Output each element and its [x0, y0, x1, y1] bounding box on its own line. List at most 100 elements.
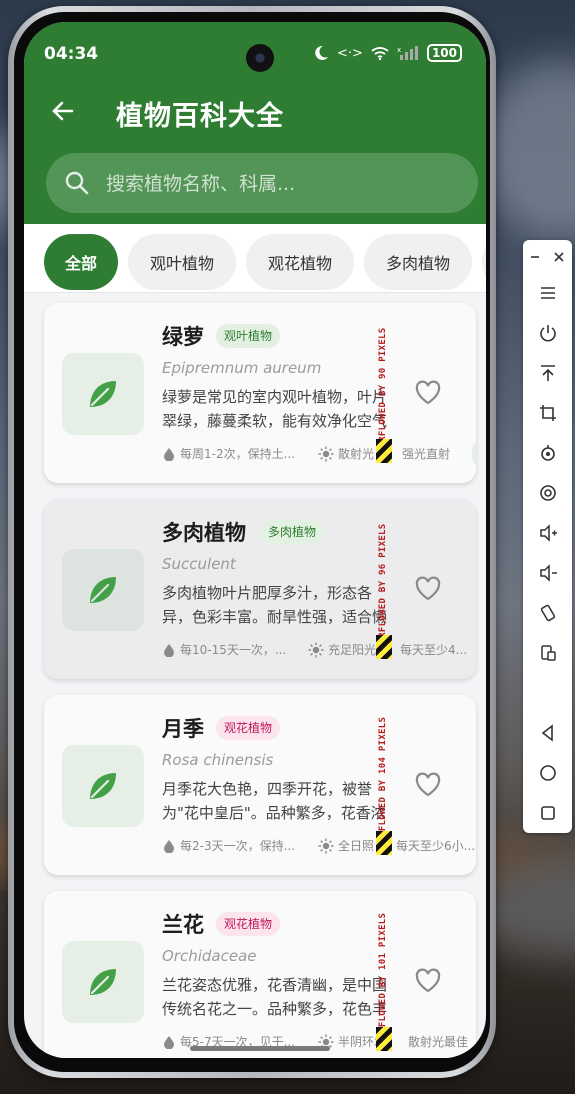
chip-flowering-plants[interactable]: 观花植物 [246, 234, 354, 290]
latin-name: Epipremnum aureum [162, 359, 322, 377]
home-indicator[interactable] [190, 1046, 330, 1051]
water-drop-icon [164, 1035, 174, 1049]
latin-name: Succulent [162, 555, 236, 573]
heart-icon[interactable] [414, 967, 442, 995]
chip-succulents[interactable]: 多肉植物 [364, 234, 472, 290]
wifi-icon [371, 47, 389, 60]
close-icon[interactable] [547, 242, 571, 272]
svg-text:x: x [397, 46, 401, 54]
overflow-stripe [376, 1027, 392, 1051]
volume-up-icon[interactable] [523, 518, 572, 548]
power-icon[interactable] [523, 318, 572, 348]
plant-card[interactable]: 兰花 观花植物 Orchidaceae 兰花姿态优雅，花香清幽，是中国传统名花之… [44, 891, 476, 1058]
sun-icon [318, 838, 334, 853]
light-text: 充足阳光 [328, 643, 377, 657]
rotate-icon[interactable] [523, 438, 572, 468]
overflow-stripe [376, 439, 392, 463]
back-arrow-icon[interactable] [50, 98, 76, 131]
category-tag: 观花植物 [216, 912, 281, 936]
overflow-warning: OVERFLOWED BY 96 PIXELS [374, 499, 394, 679]
plant-card[interactable]: 月季 观花植物 Rosa chinensis 月季花大色艳，四季开花，被誉为"花… [44, 695, 476, 875]
water-drop-icon [164, 643, 174, 657]
category-tag: 观花植物 [216, 716, 281, 740]
leaf-icon [90, 773, 116, 799]
search-icon [65, 171, 89, 195]
data-transfer-icon: <·> [337, 45, 363, 61]
plant-card[interactable]: 绿萝 观叶植物 Epipremnum aureum 绿萝是常见的室内观叶植物，叶… [44, 303, 476, 483]
light-info: 全日照 每天至少6小... [318, 837, 475, 854]
plant-thumbnail [62, 941, 144, 1023]
chip-all[interactable]: 全部 [44, 234, 118, 290]
emulator-toolbar [523, 240, 572, 833]
watering-text: 每10-15天一次，... [180, 643, 287, 657]
volume-down-icon[interactable] [523, 558, 572, 588]
app-header: 植物百科大全 [24, 76, 486, 224]
latin-name: Orchidaceae [162, 947, 257, 965]
light-note: 每天至少6小... [396, 839, 476, 853]
minimize-icon[interactable] [523, 242, 547, 272]
plant-description: 月季花大色艳，四季开花，被誉为"花中皇后"。品种繁多，花香浓郁 [162, 780, 386, 822]
latin-name: Rosa chinensis [162, 751, 274, 769]
screenshot-icon[interactable] [523, 638, 572, 668]
water-drop-icon [164, 839, 174, 853]
phone-frame: 04:34 <·> x 100 植物百科大全 搜索植物名称、科属... 全部 观… [8, 6, 496, 1078]
overflow-warning: OVERFLOWED BY 101 PIXELS [374, 891, 394, 1058]
watering-text: 每周1-2次，保持土... [180, 447, 296, 461]
nav-back-icon[interactable] [523, 718, 572, 748]
leaf-icon [90, 577, 116, 603]
category-tag: 观叶植物 [216, 324, 281, 348]
search-bar[interactable] [46, 153, 478, 213]
sun-icon [308, 642, 324, 657]
heart-icon[interactable] [414, 379, 442, 407]
moon-icon [315, 45, 329, 60]
search-input[interactable] [104, 167, 458, 201]
plant-thumbnail [62, 745, 144, 827]
overflow-stripe [376, 831, 392, 855]
crop-icon[interactable] [523, 398, 572, 428]
status-icons: <·> x 100 [313, 44, 462, 62]
difficulty-badge: 简单 [472, 442, 476, 466]
front-camera [246, 44, 274, 72]
overflow-warning: OVERFLOWED BY 90 PIXELS [374, 303, 394, 483]
chip-foliage-plants[interactable]: 观叶植物 [128, 234, 236, 290]
watering-info: 每10-15天一次，... [162, 641, 286, 658]
water-drop-icon [164, 447, 174, 461]
light-note: 强光直射 [402, 447, 451, 461]
nav-recents-icon[interactable] [523, 798, 572, 828]
leaf-icon [90, 381, 116, 407]
plant-name: 多肉植物 [162, 521, 246, 545]
plant-thumbnail [62, 353, 144, 435]
category-tag: 多肉植物 [260, 520, 325, 544]
light-note: 每天至少4... [400, 643, 468, 657]
status-time: 04:34 [44, 44, 99, 64]
sun-icon [318, 446, 334, 461]
category-filter-bar: 全部 观叶植物 观花植物 多肉植物 [24, 224, 486, 293]
light-text: 散射光 [338, 447, 375, 461]
chip-more[interactable] [482, 234, 486, 290]
light-text: 全日照 [338, 839, 375, 853]
plant-name: 兰花 [162, 913, 204, 937]
phone-bezel: 04:34 <·> x 100 植物百科大全 搜索植物名称、科属... 全部 观… [14, 12, 490, 1072]
status-bar: 04:34 <·> x 100 [24, 22, 486, 76]
plant-name: 月季 [162, 717, 204, 741]
rotate-device-icon[interactable] [523, 598, 572, 628]
watering-info: 每周1-2次，保持土... [162, 445, 295, 462]
nav-home-icon[interactable] [523, 758, 572, 788]
plant-card[interactable]: 多肉植物 多肉植物 Succulent 多肉植物叶片肥厚多汁，形态各异，色彩丰富… [44, 499, 476, 679]
menu-icon[interactable] [523, 278, 572, 308]
light-note: 散射光最佳 [408, 1035, 469, 1049]
plant-thumbnail [62, 549, 144, 631]
heart-icon[interactable] [414, 575, 442, 603]
record-icon[interactable] [523, 478, 572, 508]
battery-indicator: 100 [426, 44, 462, 62]
watering-info: 每2-3天一次，保持... [162, 837, 295, 854]
app-screen: 04:34 <·> x 100 植物百科大全 搜索植物名称、科属... 全部 观… [24, 22, 486, 1058]
heart-icon[interactable] [414, 771, 442, 799]
plant-description: 绿萝是常见的室内观叶植物，叶片翠绿，藤蔓柔软，能有效净化空气 [162, 388, 388, 430]
plant-list: 绿萝 观叶植物 Epipremnum aureum 绿萝是常见的室内观叶植物，叶… [24, 293, 486, 1058]
overflow-warning: OVERFLOWED BY 104 PIXELS [374, 695, 394, 875]
plant-name: 绿萝 [162, 325, 204, 349]
plant-description: 多肉植物叶片肥厚多汁，形态各异，色彩丰富。耐旱性强，适合懒人养护 [162, 584, 388, 626]
pin-to-top-icon[interactable] [523, 358, 572, 388]
plant-description: 兰花姿态优雅，花香清幽，是中国传统名花之一。品种繁多，花色丰富 [162, 976, 388, 1018]
